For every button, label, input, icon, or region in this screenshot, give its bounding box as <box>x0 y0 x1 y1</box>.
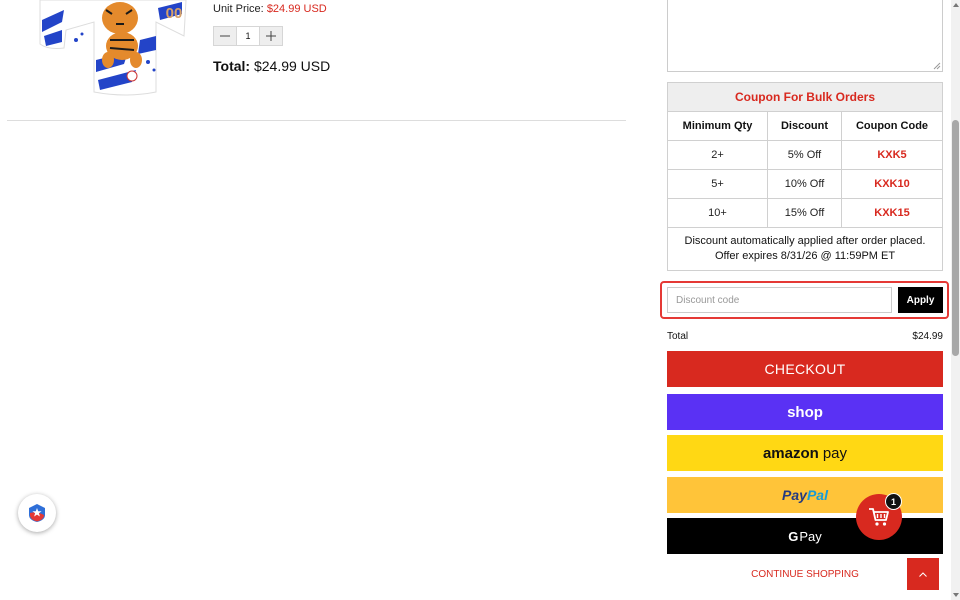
google-pay-button[interactable]: G Pay <box>667 518 943 554</box>
discount-cell: 15% Off <box>767 198 842 228</box>
coupon-code-cell: KXK15 <box>841 198 943 228</box>
table-row: 10+ 15% Off KXK15 <box>667 198 943 228</box>
scroll-down-arrow[interactable] <box>951 590 960 600</box>
trust-badge-widget[interactable] <box>18 494 56 532</box>
paypal-logo-part2: Pal <box>806 487 828 503</box>
line-total: Total: $24.99 USD <box>213 58 330 74</box>
amazon-pay-logo: amazon <box>762 444 819 462</box>
min-qty-cell: 5+ <box>667 169 768 199</box>
column-header: Coupon Code <box>841 111 943 141</box>
min-qty-cell: 10+ <box>667 198 768 228</box>
coupon-note: Discount automatically applied after ord… <box>667 227 943 271</box>
line-total-value: $24.99 USD <box>253 58 331 74</box>
min-qty-cell: 2+ <box>667 140 768 170</box>
chevron-up-icon <box>919 571 927 577</box>
unit-price-value: $24.99 USD <box>266 3 327 15</box>
unit-price: Unit Price: $24.99 USD <box>213 3 327 15</box>
cart-total-value: $24.99 <box>912 331 943 342</box>
plus-icon <box>266 31 276 41</box>
checkout-button[interactable]: CHECKOUT <box>667 351 943 387</box>
paypal-button[interactable]: Pay Pal <box>667 477 943 513</box>
coupon-table: Coupon For Bulk Orders Minimum Qty Disco… <box>667 82 943 271</box>
google-pay-label: Pay <box>799 528 822 544</box>
scroll-up-arrow[interactable] <box>951 0 960 10</box>
shop-pay-button[interactable]: shop <box>667 394 943 430</box>
caret-up-icon <box>952 3 959 7</box>
amazon-pay-button[interactable]: amazon pay <box>667 435 943 471</box>
cart-total-label: Total <box>667 331 689 342</box>
paypal-logo-part1: Pay <box>782 487 807 503</box>
scrollbar-thumb[interactable] <box>952 120 959 356</box>
shield-star-icon <box>29 504 45 522</box>
google-g-icon: G <box>788 528 799 544</box>
caret-down-icon <box>952 593 959 597</box>
quantity-input[interactable]: 1 <box>236 27 260 45</box>
cart-count-badge: 1 <box>885 493 902 510</box>
apply-discount-button[interactable]: Apply <box>898 287 943 313</box>
unit-price-label: Unit Price: <box>213 3 264 15</box>
coupon-note-line: Discount automatically applied after ord… <box>684 235 926 247</box>
discount-cell: 10% Off <box>767 169 842 199</box>
table-row: 5+ 10% Off KXK10 <box>667 169 943 199</box>
line-total-label: Total: <box>213 58 251 74</box>
increase-quantity-button[interactable] <box>260 27 282 45</box>
coupon-code-cell: KXK5 <box>841 140 943 170</box>
product-image[interactable]: 00 <box>36 0 188 96</box>
table-row: 2+ 5% Off KXK5 <box>667 140 943 170</box>
discount-cell: 5% Off <box>767 140 842 170</box>
continue-shopping-link[interactable]: CONTINUE SHOPPING <box>667 569 943 580</box>
order-notes-textarea[interactable] <box>667 0 943 72</box>
amazon-pay-suffix: pay <box>822 444 848 462</box>
minus-icon <box>220 35 230 37</box>
jersey-number: 00 <box>166 5 183 22</box>
cart-icon <box>869 508 889 526</box>
column-header: Minimum Qty <box>667 111 768 141</box>
column-header: Discount <box>767 111 842 141</box>
coupon-table-title: Coupon For Bulk Orders <box>667 82 943 112</box>
cart-page: 00 Unit Price: $24.99 USD 1 Total: $24.9… <box>0 0 960 600</box>
quantity-stepper: 1 <box>213 26 283 46</box>
divider <box>7 120 626 121</box>
coupon-expiry-line: Offer expires 8/31/26 @ 11:59PM ET <box>714 250 896 262</box>
resize-grip-icon[interactable] <box>933 62 941 70</box>
discount-code-input[interactable] <box>667 287 892 313</box>
back-to-top-button[interactable] <box>907 558 939 590</box>
decrease-quantity-button[interactable] <box>214 27 236 45</box>
coupon-code-cell: KXK10 <box>841 169 943 199</box>
cart-total: Total $24.99 <box>667 331 943 342</box>
